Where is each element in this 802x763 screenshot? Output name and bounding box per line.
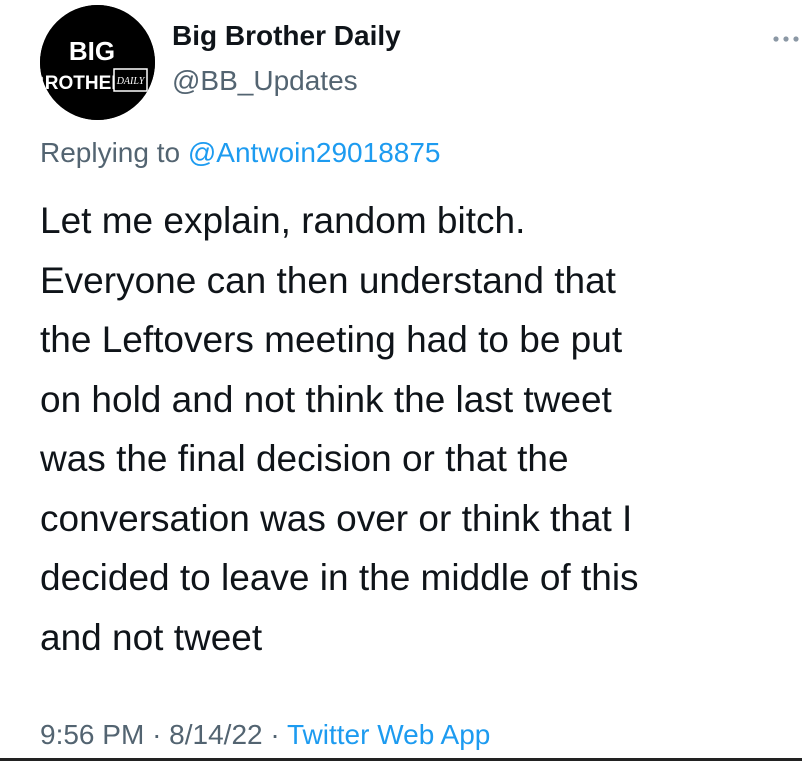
tweet-text-line: Let me explain, random bitch.	[40, 200, 526, 241]
tweet-text-line: on hold and not think the last tweet	[40, 378, 612, 420]
reply-mention-link[interactable]: @Antwoin29018875	[188, 137, 441, 168]
tweet-text-line: and not tweet	[40, 616, 263, 658]
tweet-date[interactable]: 8/14/22	[169, 719, 262, 750]
user-handle[interactable]: @BB_Updates	[172, 65, 358, 97]
divider	[0, 758, 802, 761]
svg-text:BIG: BIG	[69, 36, 115, 66]
tweet-source-link[interactable]: Twitter Web App	[287, 719, 490, 750]
replying-to: Replying to @Antwoin29018875	[40, 137, 441, 169]
tweet-text-line: Everyone can then understand that	[40, 259, 616, 301]
tweet-text-line: was the final decision or that the	[40, 438, 569, 479]
meta-separator: ·	[152, 719, 162, 750]
svg-text:BROTHER: BROTHER	[40, 73, 125, 94]
tweet-text-line: decided to leave in the middle of this	[40, 557, 639, 598]
svg-text:DAILY: DAILY	[116, 76, 146, 87]
tweet: BIG BROTHER DAILY Big Brother Daily @BB_…	[0, 0, 802, 763]
meta-separator: ·	[270, 719, 280, 750]
tweet-time[interactable]: 9:56 PM	[40, 719, 144, 750]
brand-logo: BIG BROTHER DAILY	[40, 5, 155, 120]
tweet-metadata: 9:56 PM · 8/14/22 · Twitter Web App	[40, 719, 490, 751]
display-name[interactable]: Big Brother Daily	[172, 20, 401, 52]
tweet-text-line: conversation was over or think that I	[40, 497, 633, 539]
replying-to-label: Replying to	[40, 137, 181, 168]
tweet-text-line: the Leftovers meeting had to be put	[40, 319, 623, 360]
tweet-text: Let me explain, random bitch. Everyone c…	[40, 191, 796, 667]
more-options-icon[interactable]	[771, 32, 801, 46]
avatar[interactable]: BIG BROTHER DAILY	[40, 5, 155, 120]
